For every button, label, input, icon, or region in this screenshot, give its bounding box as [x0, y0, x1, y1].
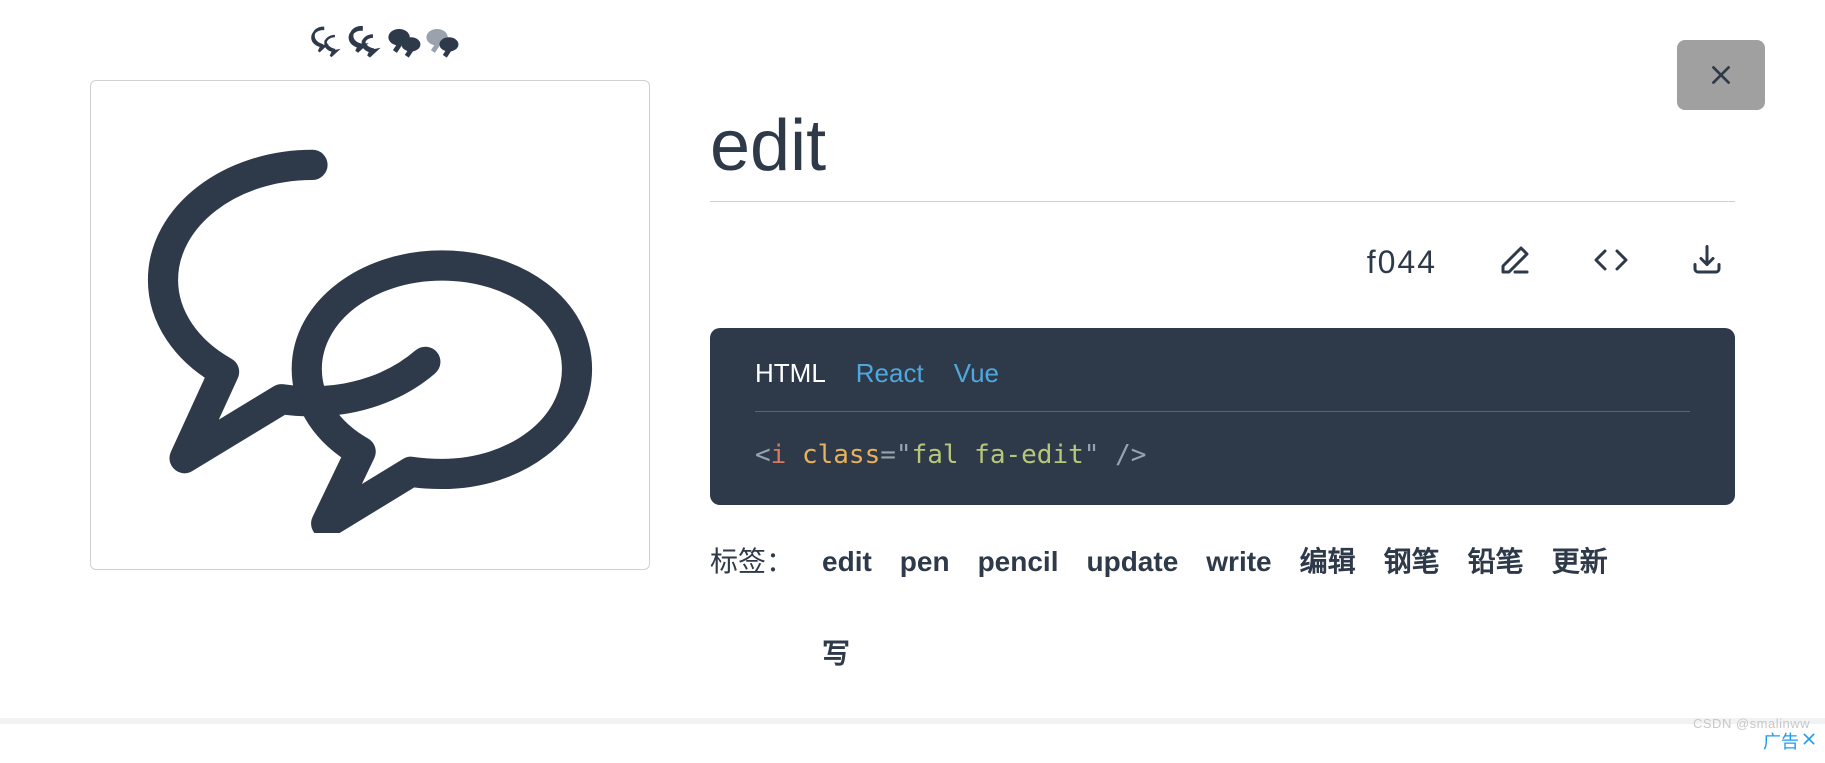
tag-item[interactable]: 编辑: [1300, 540, 1356, 580]
close-button[interactable]: [1677, 40, 1765, 110]
tag-item[interactable]: pencil: [978, 546, 1059, 578]
comments-icon: [140, 113, 600, 538]
icon-title: edit: [710, 105, 1735, 195]
code-tabs: HTML React Vue: [755, 358, 1690, 412]
ad-close-icon[interactable]: [1801, 731, 1817, 752]
code-icon[interactable]: [1593, 242, 1629, 283]
tab-html[interactable]: HTML: [755, 358, 826, 389]
comments-icon[interactable]: [386, 25, 424, 64]
tag-item[interactable]: pen: [900, 546, 950, 578]
tag-item[interactable]: write: [1206, 546, 1271, 578]
comments-icon[interactable]: [424, 25, 462, 64]
tab-vue[interactable]: Vue: [954, 358, 999, 389]
icon-preview: [90, 80, 650, 570]
edit-icon[interactable]: [1497, 242, 1533, 283]
tag-item[interactable]: 更新: [1552, 540, 1608, 580]
tab-react[interactable]: React: [856, 358, 924, 389]
tags-row: 标签： edit pen pencil update write 编辑 钢笔 铅…: [710, 540, 1735, 672]
tags-label: 标签：: [710, 540, 794, 580]
tag-item[interactable]: 写: [822, 632, 850, 672]
tag-item[interactable]: 钢笔: [1384, 540, 1440, 580]
code-snippet-card: HTML React Vue <i class="fal fa-edit" />: [710, 328, 1735, 505]
comments-icon[interactable]: [348, 25, 386, 64]
watermark: CSDN @smalinww: [1693, 716, 1810, 731]
divider: [710, 201, 1735, 202]
ad-label: 广告: [1763, 728, 1799, 754]
tag-item[interactable]: edit: [822, 546, 872, 578]
icon-detail-panel: edit f044 HTML React Vue: [0, 0, 1825, 763]
style-variant-icons: [310, 25, 462, 64]
ad-banner: 广告: [0, 718, 1825, 763]
unicode-label: f044: [1367, 244, 1437, 281]
download-icon[interactable]: [1689, 242, 1725, 283]
tag-item[interactable]: 铅笔: [1468, 540, 1524, 580]
meta-row: f044: [710, 242, 1735, 283]
comments-icon[interactable]: [310, 25, 348, 64]
detail-column: edit f044 HTML React Vue: [710, 80, 1735, 672]
tag-item[interactable]: update: [1087, 546, 1179, 578]
code-snippet[interactable]: <i class="fal fa-edit" />: [755, 440, 1690, 470]
